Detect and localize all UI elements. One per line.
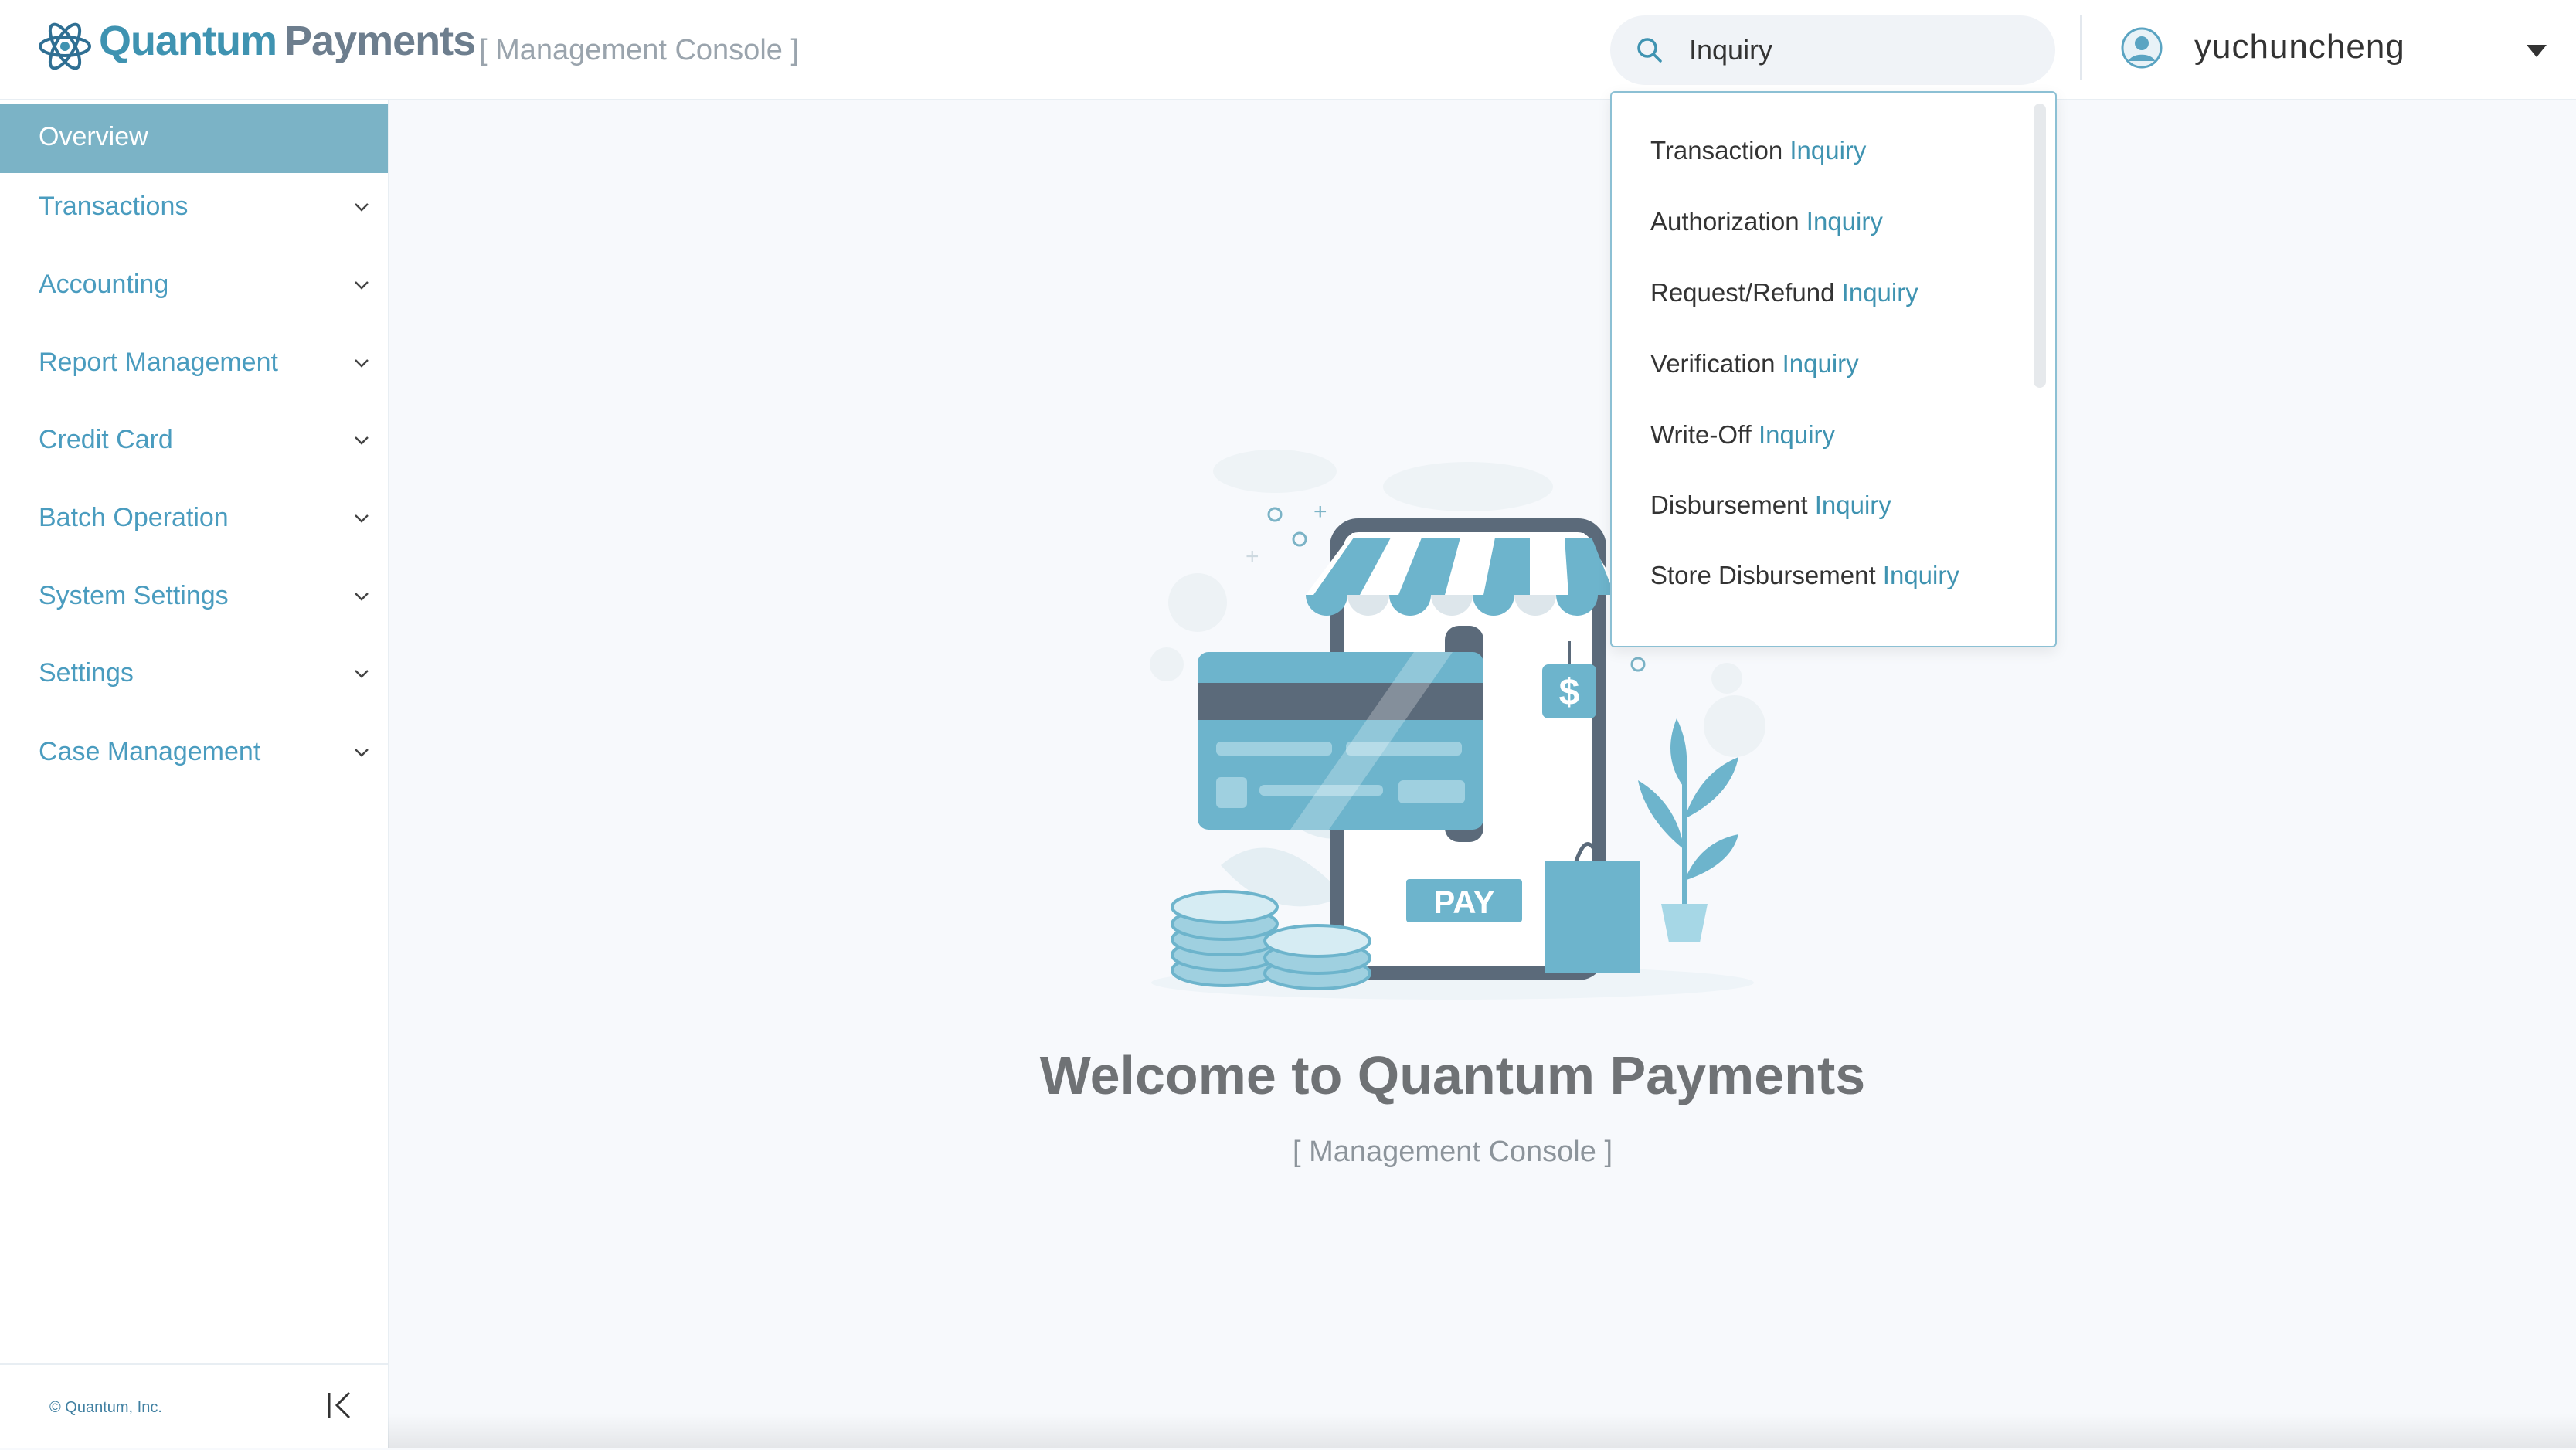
sidebar-item-label: Accounting xyxy=(39,270,169,299)
suggestion-prefix: Verification xyxy=(1650,349,1776,378)
sidebar-item-label: Report Management xyxy=(39,348,278,377)
sidebar-item-settings[interactable]: Settings xyxy=(0,640,388,709)
sidebar-footer: © Quantum, Inc. xyxy=(0,1363,388,1450)
header-divider xyxy=(2080,15,2082,80)
sidebar: Overview Transactions Accounting Report … xyxy=(0,100,389,1448)
sidebar-item-label: Credit Card xyxy=(39,425,173,454)
search-box[interactable] xyxy=(1610,15,2055,85)
chevron-down-icon xyxy=(355,203,369,212)
sidebar-item-batch-operation[interactable]: Batch Operation xyxy=(0,484,388,554)
chevron-down-icon xyxy=(355,359,369,368)
username[interactable]: yuchuncheng xyxy=(2194,28,2405,66)
sidebar-item-label: Settings xyxy=(39,658,134,688)
sidebar-item-overview[interactable]: Overview xyxy=(0,104,388,173)
sidebar-item-label: Transactions xyxy=(39,192,189,221)
suggestion-disbursement-inquiry[interactable]: Disbursement Inquiry xyxy=(1650,491,1891,520)
sidebar-item-case-management[interactable]: Case Management xyxy=(0,718,388,788)
chevron-down-icon xyxy=(355,749,369,757)
suggestion-prefix: Store Disbursement xyxy=(1650,561,1876,589)
suggestion-match: Inquiry xyxy=(1758,420,1836,449)
brand-primary: Quantum xyxy=(99,18,277,64)
sidebar-item-label: Overview xyxy=(39,122,148,151)
collapse-sidebar-icon[interactable] xyxy=(323,1388,357,1422)
sidebar-item-label: Batch Operation xyxy=(39,503,229,532)
atom-logo-icon xyxy=(39,22,91,70)
sidebar-item-accounting[interactable]: Accounting xyxy=(0,251,388,321)
top-header: QuantumPayments [ Management Console ] y… xyxy=(0,0,2576,100)
suggestion-verification-inquiry[interactable]: Verification Inquiry xyxy=(1650,349,1859,379)
user-avatar-icon[interactable] xyxy=(2120,26,2163,70)
chevron-down-icon xyxy=(355,593,369,601)
chevron-down-icon xyxy=(355,670,369,678)
bottom-shadow xyxy=(388,1414,2576,1448)
suggestion-prefix: Authorization xyxy=(1650,207,1799,236)
illustration-dollar-sign: $ xyxy=(1559,672,1580,713)
illustration-pay-label: PAY xyxy=(1433,884,1494,920)
brand-subtitle: [ Management Console ] xyxy=(479,34,800,66)
copyright-text: © Quantum, Inc. xyxy=(49,1399,162,1416)
welcome-title: Welcome to Quantum Payments xyxy=(1039,1045,1866,1105)
suggestion-write-off-inquiry[interactable]: Write-Off Inquiry xyxy=(1650,420,1835,450)
sidebar-item-label: System Settings xyxy=(39,581,229,610)
sidebar-item-credit-card[interactable]: Credit Card xyxy=(0,406,388,476)
chevron-down-icon xyxy=(355,514,369,523)
welcome-subtitle: [ Management Console ] xyxy=(1292,1136,1613,1168)
suggestion-request-refund-inquiry[interactable]: Request/Refund Inquiry xyxy=(1650,278,1918,307)
suggestion-match: Inquiry xyxy=(1882,561,1959,589)
sidebar-item-system-settings[interactable]: System Settings xyxy=(0,562,388,632)
sidebar-item-label: Case Management xyxy=(39,737,261,766)
chevron-down-icon xyxy=(355,436,369,445)
suggestion-prefix: Transaction xyxy=(1650,136,1783,165)
suggestion-match: Inquiry xyxy=(1806,207,1883,236)
suggestion-authorization-inquiry[interactable]: Authorization Inquiry xyxy=(1650,207,1883,236)
suggestion-transaction-inquiry[interactable]: Transaction Inquiry xyxy=(1650,136,1866,165)
search-icon xyxy=(1637,38,1662,63)
caret-down-icon[interactable] xyxy=(2527,45,2547,57)
search-input[interactable] xyxy=(1687,26,2031,74)
suggestion-match: Inquiry xyxy=(1789,136,1867,165)
sidebar-item-report-management[interactable]: Report Management xyxy=(0,329,388,399)
dropdown-scrollbar-thumb[interactable] xyxy=(2034,104,2046,388)
brand-name[interactable]: Quantum Payments xyxy=(99,17,476,65)
suggestion-store-disbursement-inquiry[interactable]: Store Disbursement Inquiry xyxy=(1650,561,1959,590)
suggestion-match: Inquiry xyxy=(1841,278,1918,307)
chevron-down-icon xyxy=(355,281,369,290)
svg-text:+: + xyxy=(1313,499,1327,525)
suggestion-prefix: Request/Refund xyxy=(1650,278,1835,307)
search-suggestions-dropdown: Transaction Inquiry Authorization Inquir… xyxy=(1610,91,2057,647)
suggestion-match: Inquiry xyxy=(1782,349,1859,378)
brand-secondary: Payments xyxy=(284,18,476,64)
suggestion-prefix: Disbursement xyxy=(1650,491,1808,519)
sidebar-item-transactions[interactable]: Transactions xyxy=(0,173,388,243)
suggestion-prefix: Write-Off xyxy=(1650,420,1752,449)
suggestion-match: Inquiry xyxy=(1814,491,1891,519)
svg-text:+: + xyxy=(1246,544,1259,569)
